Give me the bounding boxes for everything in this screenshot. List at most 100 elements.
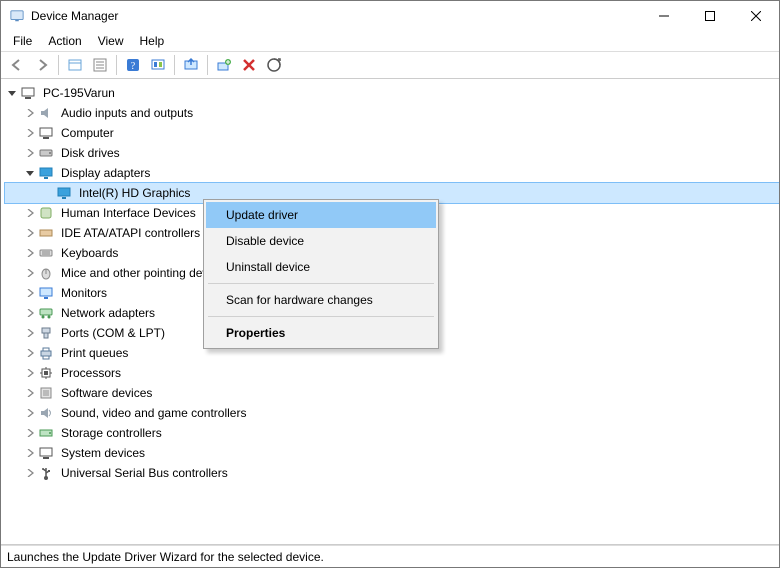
tree-node[interactable]: System devices	[5, 443, 779, 463]
printer-icon	[37, 344, 55, 362]
tree-node-label: Display adapters	[59, 166, 152, 180]
tree-root[interactable]: PC-195Varun	[5, 83, 779, 103]
status-text: Launches the Update Driver Wizard for th…	[7, 550, 324, 564]
chevron-right-icon[interactable]	[23, 103, 37, 123]
back-icon[interactable]	[5, 53, 29, 77]
computer-icon	[37, 124, 55, 142]
chevron-right-icon[interactable]	[23, 323, 37, 343]
show-hidden-icon[interactable]	[63, 53, 87, 77]
scan-hardware-icon[interactable]	[262, 53, 286, 77]
statusbar: Launches the Update Driver Wizard for th…	[1, 545, 779, 567]
forward-icon[interactable]	[30, 53, 54, 77]
audio-icon	[37, 104, 55, 122]
uninstall-icon[interactable]	[212, 53, 236, 77]
expander-spacer	[41, 183, 55, 203]
chevron-right-icon[interactable]	[23, 383, 37, 403]
tree-node-label: Human Interface Devices	[59, 206, 198, 220]
sound-icon	[37, 404, 55, 422]
tree-node-label: Universal Serial Bus controllers	[59, 466, 230, 480]
chevron-down-icon[interactable]	[5, 83, 19, 103]
hid-icon	[37, 204, 55, 222]
tree-node-label: Intel(R) HD Graphics	[77, 186, 192, 200]
chevron-right-icon[interactable]	[23, 423, 37, 443]
action-center-icon[interactable]	[146, 53, 170, 77]
window-controls	[641, 1, 779, 31]
chevron-right-icon[interactable]	[23, 403, 37, 423]
help-icon[interactable]: ?	[121, 53, 145, 77]
ctx-disable-device[interactable]: Disable device	[206, 228, 436, 254]
chevron-right-icon[interactable]	[23, 203, 37, 223]
tree-node-label: Network adapters	[59, 306, 157, 320]
menu-help[interactable]: Help	[132, 32, 173, 50]
computer-icon	[19, 84, 37, 102]
chevron-right-icon[interactable]	[23, 263, 37, 283]
tree-node[interactable]: Computer	[5, 123, 779, 143]
titlebar: Device Manager	[1, 1, 779, 31]
tree-node-label: Ports (COM & LPT)	[59, 326, 167, 340]
chevron-down-icon[interactable]	[23, 163, 37, 183]
chevron-right-icon[interactable]	[23, 343, 37, 363]
disk-icon	[37, 144, 55, 162]
tree-node[interactable]: Audio inputs and outputs	[5, 103, 779, 123]
system-icon	[37, 444, 55, 462]
app-icon	[9, 8, 25, 24]
keyboard-icon	[37, 244, 55, 262]
menubar: File Action View Help	[1, 31, 779, 51]
network-icon	[37, 304, 55, 322]
ctx-separator	[208, 283, 434, 284]
tree-node[interactable]: Processors	[5, 363, 779, 383]
chevron-right-icon[interactable]	[23, 303, 37, 323]
ctx-separator	[208, 316, 434, 317]
ctx-uninstall-device[interactable]: Uninstall device	[206, 254, 436, 280]
chevron-right-icon[interactable]	[23, 243, 37, 263]
minimize-button[interactable]	[641, 1, 687, 31]
tree-node[interactable]: Universal Serial Bus controllers	[5, 463, 779, 483]
tree-node-label: Monitors	[59, 286, 109, 300]
close-button[interactable]	[733, 1, 779, 31]
ctx-scan-hardware[interactable]: Scan for hardware changes	[206, 287, 436, 313]
chevron-right-icon[interactable]	[23, 363, 37, 383]
tree-node-label: Storage controllers	[59, 426, 164, 440]
tree-node[interactable]: Sound, video and game controllers	[5, 403, 779, 423]
chevron-right-icon[interactable]	[23, 443, 37, 463]
ctx-properties[interactable]: Properties	[206, 320, 436, 346]
disable-icon[interactable]	[237, 53, 261, 77]
tree-node-display-adapters[interactable]: Display adapters	[5, 163, 779, 183]
tree-node-label: Processors	[59, 366, 123, 380]
display-icon	[55, 184, 73, 202]
storage-icon	[37, 424, 55, 442]
usb-icon	[37, 464, 55, 482]
svg-text:?: ?	[131, 61, 136, 72]
monitor-icon	[37, 284, 55, 302]
update-driver-icon[interactable]	[179, 53, 203, 77]
tree-node-label: PC-195Varun	[41, 86, 117, 100]
chevron-right-icon[interactable]	[23, 143, 37, 163]
tree-node-label: IDE ATA/ATAPI controllers	[59, 226, 202, 240]
tree-node-label: Sound, video and game controllers	[59, 406, 248, 420]
maximize-button[interactable]	[687, 1, 733, 31]
chevron-right-icon[interactable]	[23, 283, 37, 303]
tree-node-label: Computer	[59, 126, 116, 140]
toolbar: ?	[1, 51, 779, 79]
tree-node[interactable]: Software devices	[5, 383, 779, 403]
toolbar-separator	[207, 55, 208, 75]
chevron-right-icon[interactable]	[23, 463, 37, 483]
ports-icon	[37, 324, 55, 342]
chevron-right-icon[interactable]	[23, 223, 37, 243]
menu-view[interactable]: View	[90, 32, 132, 50]
chevron-right-icon[interactable]	[23, 123, 37, 143]
ctx-update-driver[interactable]: Update driver	[206, 202, 436, 228]
menu-action[interactable]: Action	[40, 32, 89, 50]
properties-icon[interactable]	[88, 53, 112, 77]
tree-node[interactable]: Storage controllers	[5, 423, 779, 443]
tree-node-label: Disk drives	[59, 146, 122, 160]
tree-node-label: Print queues	[59, 346, 130, 360]
menu-file[interactable]: File	[5, 32, 40, 50]
device-manager-window: Device Manager File Action View Help ?	[0, 0, 780, 568]
cpu-icon	[37, 364, 55, 382]
context-menu: Update driver Disable device Uninstall d…	[203, 199, 439, 349]
tree-node-label: Keyboards	[59, 246, 120, 260]
mouse-icon	[37, 264, 55, 282]
tree-node-label: System devices	[59, 446, 147, 460]
tree-node[interactable]: Disk drives	[5, 143, 779, 163]
